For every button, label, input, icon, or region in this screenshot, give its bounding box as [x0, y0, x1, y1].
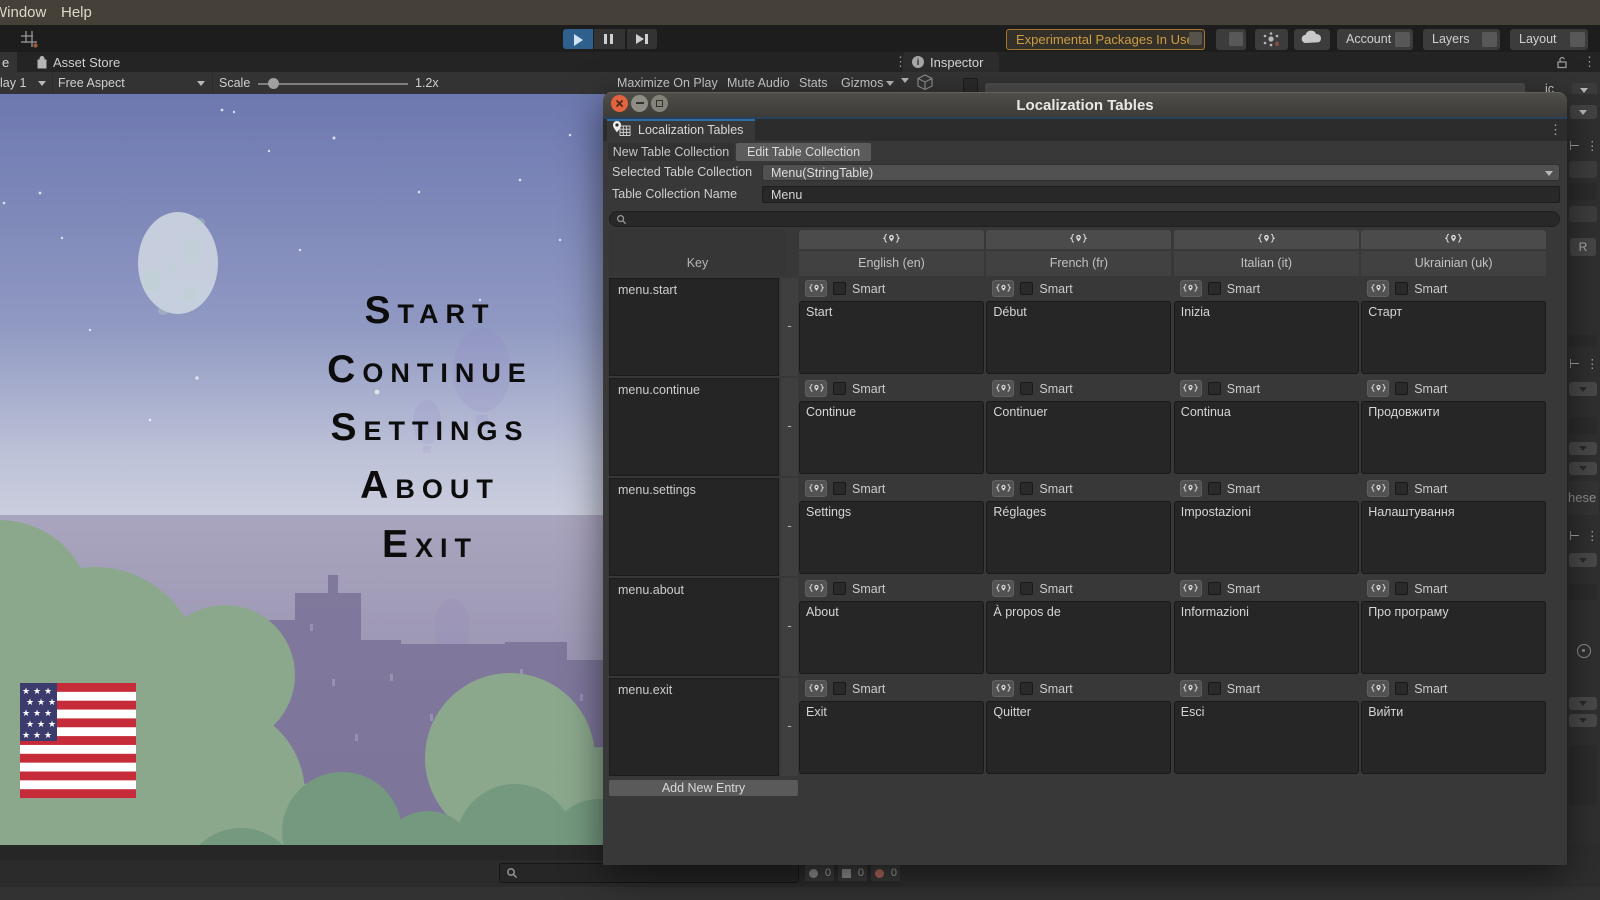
svg-text:★: ★	[44, 686, 52, 696]
svg-text:★: ★	[22, 730, 30, 740]
svg-text:★: ★	[48, 697, 56, 707]
svg-text:★: ★	[22, 708, 30, 718]
svg-text:★: ★	[33, 708, 41, 718]
svg-text:★: ★	[33, 686, 41, 696]
svg-text:★: ★	[22, 686, 30, 696]
svg-text:★: ★	[44, 730, 52, 740]
svg-text:★: ★	[37, 697, 45, 707]
svg-text:★: ★	[37, 719, 45, 729]
svg-text:★: ★	[33, 730, 41, 740]
svg-text:★: ★	[26, 697, 34, 707]
svg-text:★: ★	[48, 719, 56, 729]
svg-text:★: ★	[26, 719, 34, 729]
svg-text:★: ★	[44, 708, 52, 718]
